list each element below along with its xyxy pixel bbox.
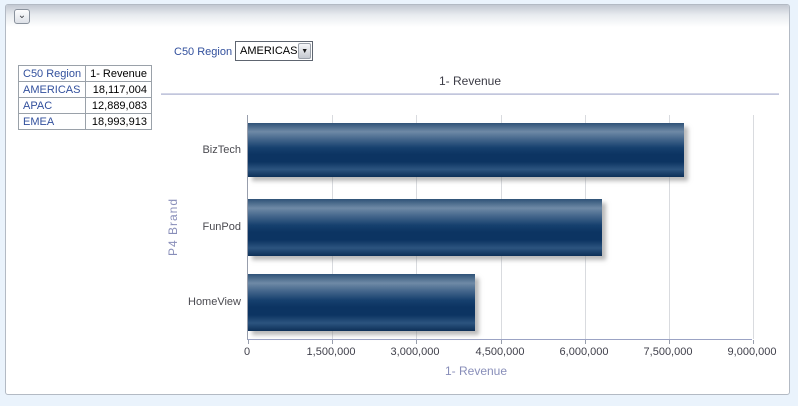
x-axis-title: 1- Revenue [206, 364, 746, 378]
revenue-cell-emea: 18,993,913 [86, 114, 152, 130]
y-axis-title: P4 Brand [166, 198, 180, 256]
x-tick-mark [332, 340, 333, 344]
table-row: EMEA 18,993,913 [19, 114, 152, 130]
bar-homeview[interactable] [248, 274, 475, 331]
bar-funpod[interactable] [248, 199, 602, 256]
region-cell-apac[interactable]: APAC [19, 98, 86, 114]
x-tick-label: 3,000,000 [391, 346, 440, 358]
x-tick-mark [753, 340, 754, 344]
x-tick-label: 9,000,000 [728, 346, 777, 358]
column-header-revenue: 1- Revenue [86, 66, 152, 82]
table-row: APAC 12,889,083 [19, 98, 152, 114]
revenue-cell-apac: 12,889,083 [86, 98, 152, 114]
x-tick-label: 6,000,000 [560, 346, 609, 358]
collapse-section-button[interactable]: ⌄ [14, 9, 30, 24]
chart-title: 1- Revenue [161, 74, 779, 88]
region-cell-emea[interactable]: EMEA [19, 114, 86, 130]
region-dropdown[interactable]: AMERICAS ▼ [235, 41, 313, 61]
x-tick-labels: 0 1,500,000 3,000,000 4,500,000 6,000,000 7,5… [247, 346, 752, 360]
region-revenue-table: C50 Region 1- Revenue AMERICAS 18,117,00… [18, 65, 152, 130]
bar-biztech[interactable] [248, 123, 684, 177]
x-tick-label: 1,500,000 [307, 346, 356, 358]
category-label-homeview: HomeView [156, 296, 241, 308]
prompt-label: C50 Region [174, 46, 232, 58]
gridline [753, 115, 754, 339]
dashboard-panel: ⌄ C50 Region 1- Revenue AMERICAS 18,117,… [5, 4, 790, 395]
x-tick-mark [501, 340, 502, 344]
plot-area [247, 115, 752, 340]
region-cell-americas[interactable]: AMERICAS [19, 82, 86, 98]
chevron-down-icon: ⌄ [18, 10, 26, 21]
region-dropdown-value: AMERICAS [236, 45, 297, 57]
x-tick-mark [669, 340, 670, 344]
x-tick-mark [585, 340, 586, 344]
column-header-region: C50 Region [19, 66, 86, 82]
table-header-row: C50 Region 1- Revenue [19, 66, 152, 82]
x-tick-label: 4,500,000 [476, 346, 525, 358]
x-tick-mark [416, 340, 417, 344]
category-label-biztech: BizTech [156, 144, 241, 156]
chart-title-divider [161, 93, 779, 95]
chevron-down-icon: ▼ [301, 48, 308, 55]
panel-header-band [6, 5, 789, 27]
dropdown-arrow-button[interactable]: ▼ [298, 43, 311, 59]
x-tick-label: 7,500,000 [644, 346, 693, 358]
revenue-cell-americas: 18,117,004 [86, 82, 152, 98]
x-tick-label: 0 [244, 346, 250, 358]
table-row: AMERICAS 18,117,004 [19, 82, 152, 98]
x-tick-mark [248, 340, 249, 344]
